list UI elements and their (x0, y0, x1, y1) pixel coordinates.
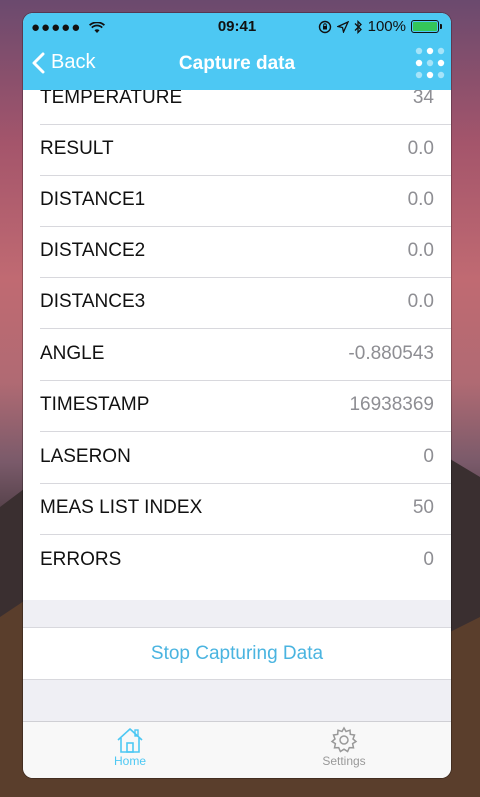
bluetooth-icon (354, 19, 362, 34)
row-label: DISTANCE1 (40, 189, 146, 210)
row-divider (40, 431, 451, 432)
row-value: 0.0 (407, 138, 434, 159)
row-label: ANGLE (40, 343, 105, 364)
list-item-angle: ANGLE -0.880543 (23, 330, 451, 381)
tab-settings-label: Settings (322, 754, 366, 768)
home-icon (117, 728, 143, 753)
logo-dots-icon (415, 47, 445, 79)
list-item-errors: ERRORS 0 (23, 536, 451, 587)
page-title: Capture data (178, 53, 296, 74)
battery-icon (411, 20, 442, 33)
list-item-distance3: DISTANCE3 0.0 (23, 278, 451, 329)
row-divider (40, 534, 451, 535)
row-value: 0.0 (407, 189, 434, 210)
header: ●●●●● 09:41 100% Back Capture data (23, 13, 451, 90)
row-value: 0.0 (407, 240, 434, 261)
row-label: ERRORS (40, 549, 122, 570)
row-label: RESULT (40, 138, 114, 159)
row-value: 0 (423, 446, 434, 467)
gear-icon (330, 726, 358, 753)
list-item-result: RESULT 0.0 (23, 125, 451, 176)
battery-percent: 100% (367, 18, 406, 35)
row-label: DISTANCE2 (40, 240, 146, 261)
row-label: DISTANCE3 (40, 291, 146, 312)
row-value: -0.880543 (348, 343, 434, 364)
list-item-temperature: TEMPERATURE 34 (23, 90, 451, 125)
list-item-laseron: LASERON 0 (23, 433, 451, 484)
navigation-bar: Back Capture data (23, 41, 451, 89)
tab-bar: Home Settings (23, 721, 451, 778)
row-value: 0.0 (407, 291, 434, 312)
list-item-distance2: DISTANCE2 0.0 (23, 227, 451, 278)
tab-settings[interactable]: Settings (294, 726, 394, 768)
data-list[interactable]: TEMPERATURE 34 RESULT 0.0 DISTANCE1 0.0 … (23, 90, 451, 600)
status-bar: ●●●●● 09:41 100% (23, 13, 451, 41)
tab-home[interactable]: Home (80, 726, 180, 768)
row-label: TEMPERATURE (40, 90, 183, 108)
row-divider (40, 328, 451, 329)
row-value: 34 (412, 90, 434, 108)
row-label: TIMESTAMP (40, 394, 150, 415)
list-item-meas-list-index: MEAS LIST INDEX 50 (23, 484, 451, 535)
status-right: 100% (318, 18, 442, 35)
stop-capturing-button[interactable]: Stop Capturing Data (23, 627, 451, 680)
list-item-distance1: DISTANCE1 0.0 (23, 176, 451, 227)
row-value: 0 (423, 549, 434, 570)
row-label: LASERON (40, 446, 131, 467)
row-value: 50 (412, 497, 434, 518)
location-icon (336, 20, 349, 33)
tab-home-label: Home (113, 754, 146, 768)
list-item-timestamp: TIMESTAMP 16938369 (23, 381, 451, 432)
phone-screen: ●●●●● 09:41 100% Back Capture data TEMPE… (23, 13, 451, 778)
rotation-lock-icon (318, 20, 331, 33)
row-label: MEAS LIST INDEX (40, 497, 203, 518)
row-value: 16938369 (349, 394, 434, 415)
